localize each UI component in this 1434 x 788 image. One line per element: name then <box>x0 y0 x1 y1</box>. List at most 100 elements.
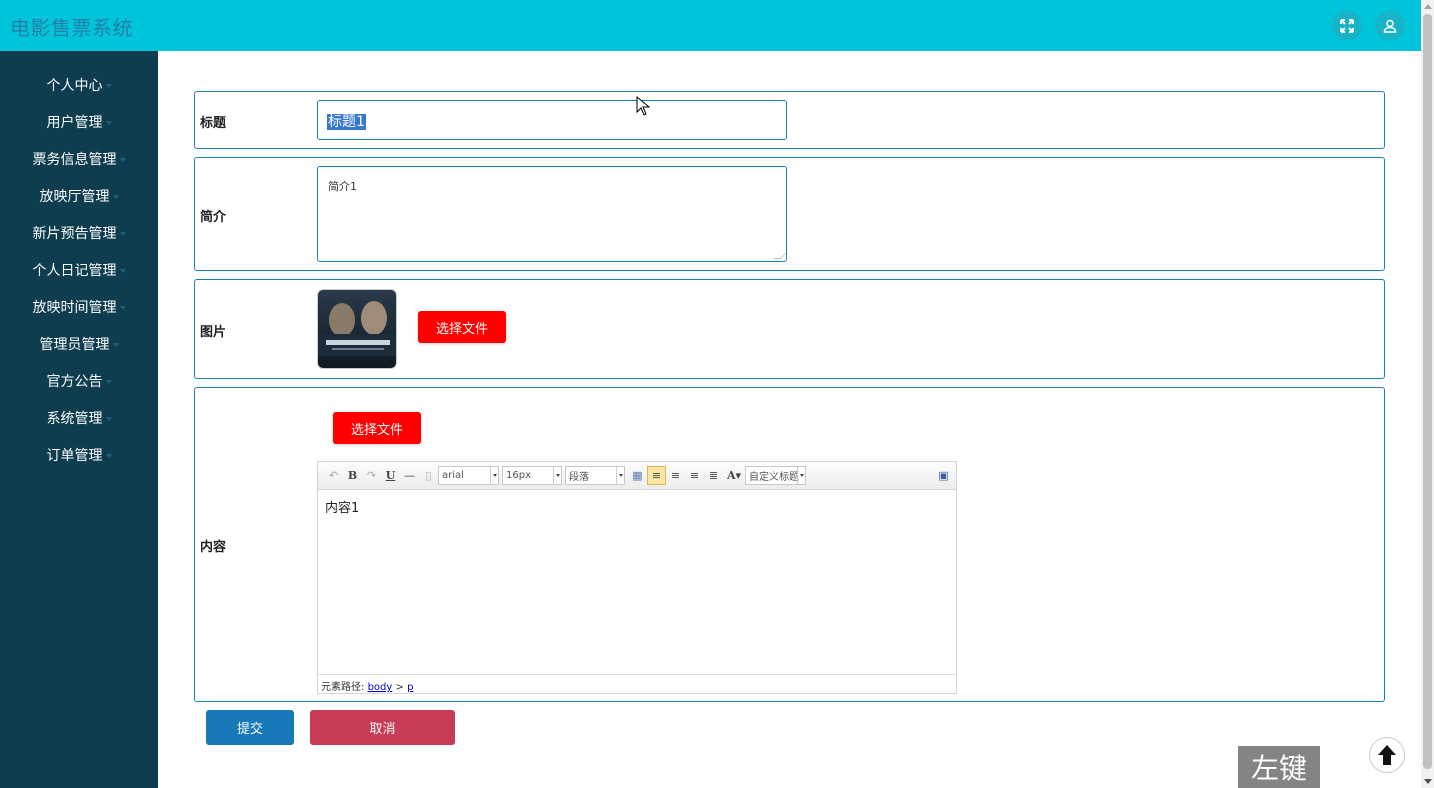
mouse-cursor-icon <box>636 96 650 116</box>
top-header: 电影售票系统 <box>0 0 1421 51</box>
sidebar-item-label: 放映时间管理 <box>32 299 117 316</box>
sidebar-item-system[interactable]: 系统管理 <box>0 399 158 436</box>
chevron-down-icon <box>112 342 119 347</box>
redo-icon[interactable]: ↷ <box>362 466 381 485</box>
cancel-button[interactable]: 取消 <box>310 710 455 745</box>
sidebar-item-label: 系统管理 <box>46 410 103 427</box>
form-row-image: 图片 选择文件 <box>194 279 1385 379</box>
paragraph-select[interactable]: 段落 <box>565 466 625 485</box>
dropdown-arrow-icon <box>616 467 624 484</box>
editor-toolbar: ↶ B ↷ U — ▯ arial 16px 段落 ▦ ≡ ≡ ≡ ≣ A▾ 自… <box>318 462 956 490</box>
intro-textarea[interactable]: 简介1 <box>317 166 788 262</box>
scroll-up-arrow-icon[interactable] <box>1424 4 1432 9</box>
editor-element-path: 元素路径: body > p <box>318 674 956 693</box>
sidebar-item-admins[interactable]: 管理员管理 <box>0 325 158 362</box>
element-path-label: 元素路径: <box>321 682 365 693</box>
sidebar-item-orders[interactable]: 订单管理 <box>0 436 158 473</box>
font-size-value: 16px <box>506 470 531 481</box>
paragraph-value: 段落 <box>569 472 589 483</box>
page-scrollbar[interactable] <box>1421 0 1434 788</box>
font-size-select[interactable]: 16px <box>502 466 562 485</box>
dropdown-arrow-icon <box>553 467 561 484</box>
sidebar-item-tickets[interactable]: 票务信息管理 <box>0 140 158 177</box>
form-row-title: 标题 标题1 <box>194 91 1385 149</box>
content-label: 内容 <box>200 540 227 555</box>
fullscreen-button[interactable] <box>1332 11 1362 41</box>
custom-title-select[interactable]: 自定义标题 <box>745 466 806 485</box>
title-label: 标题 <box>200 116 227 131</box>
sidebar-item-label: 用户管理 <box>46 114 103 131</box>
sidebar-item-label: 订单管理 <box>46 447 103 464</box>
chevron-down-icon <box>119 305 126 310</box>
sidebar-item-label: 个人日记管理 <box>32 262 117 279</box>
element-path-p-link[interactable]: p <box>407 682 413 693</box>
title-input[interactable]: 标题1 <box>317 100 787 140</box>
align-justify-icon[interactable]: ≣ <box>704 466 723 485</box>
chevron-down-icon <box>105 453 112 458</box>
resize-handle[interactable] <box>773 252 788 259</box>
form-row-intro: 简介 简介1 <box>194 157 1385 271</box>
app-title: 电影售票系统 <box>10 16 133 40</box>
title-input-value: 标题1 <box>327 114 366 130</box>
sidebar-item-users[interactable]: 用户管理 <box>0 103 158 140</box>
sidebar-menu: 个人中心 用户管理 票务信息管理 放映厅管理 新片预告管理 个人日记管理 放映时… <box>0 51 158 788</box>
content-upload-button[interactable]: 选择文件 <box>333 412 421 444</box>
chevron-down-icon <box>105 83 112 88</box>
scroll-down-arrow-icon[interactable] <box>1424 779 1432 784</box>
horizontal-rule-icon[interactable]: — <box>400 466 419 485</box>
sidebar-item-label: 管理员管理 <box>39 336 110 353</box>
chevron-down-icon <box>105 379 112 384</box>
expand-icon <box>1340 19 1354 33</box>
form-row-content: 内容 选择文件 ↶ B ↷ U — ▯ arial 16px 段落 ▦ ≡ ≡ … <box>194 387 1385 702</box>
watermark-left-click: 左键 <box>1238 746 1320 788</box>
custom-title-value: 自定义标题 <box>749 472 799 483</box>
sidebar-item-label: 新片预告管理 <box>32 225 117 242</box>
fullscreen-editor-icon[interactable]: ▣ <box>934 466 953 485</box>
intro-textarea-value: 简介1 <box>328 180 357 193</box>
editor-content-area[interactable]: 内容1 <box>318 490 956 674</box>
image-label: 图片 <box>200 325 227 340</box>
submit-button[interactable]: 提交 <box>206 710 294 745</box>
sidebar-item-halls[interactable]: 放映厅管理 <box>0 177 158 214</box>
font-family-select[interactable]: arial <box>438 466 499 485</box>
scrollbar-thumb[interactable] <box>1423 14 1432 769</box>
sidebar-item-personal-center[interactable]: 个人中心 <box>0 66 158 103</box>
image-upload-button[interactable]: 选择文件 <box>418 311 506 343</box>
sidebar-item-trailers[interactable]: 新片预告管理 <box>0 214 158 251</box>
chevron-down-icon <box>105 120 112 125</box>
movie-poster-image <box>318 290 396 368</box>
chevron-down-icon <box>119 231 126 236</box>
chevron-down-icon <box>119 268 126 273</box>
sidebar-item-label: 个人中心 <box>46 77 103 94</box>
chevron-down-icon <box>119 157 126 162</box>
underline-icon[interactable]: U <box>381 466 400 485</box>
sidebar-item-label: 放映厅管理 <box>39 188 110 205</box>
intro-label: 简介 <box>200 210 227 225</box>
bold-icon[interactable]: B <box>343 466 362 485</box>
undo-icon[interactable]: ↶ <box>324 466 343 485</box>
element-path-body-link[interactable]: body <box>368 682 393 693</box>
table-icon[interactable]: ▦ <box>628 466 647 485</box>
back-to-top-button[interactable] <box>1369 737 1405 773</box>
dropdown-arrow-icon <box>797 467 805 484</box>
sidebar-item-label: 票务信息管理 <box>32 151 117 168</box>
poster-thumbnail <box>317 289 397 369</box>
align-right-icon[interactable]: ≡ <box>666 466 685 485</box>
arrow-up-icon <box>1378 745 1396 765</box>
dropdown-arrow-icon <box>490 467 498 484</box>
sidebar-item-showtimes[interactable]: 放映时间管理 <box>0 288 158 325</box>
sidebar-item-label: 官方公告 <box>46 373 103 390</box>
align-center-icon[interactable]: ≡ <box>685 466 704 485</box>
user-icon <box>1383 19 1397 33</box>
chevron-down-icon <box>112 194 119 199</box>
sidebar-item-diary[interactable]: 个人日记管理 <box>0 251 158 288</box>
sidebar-item-announcements[interactable]: 官方公告 <box>0 362 158 399</box>
chevron-down-icon <box>105 416 112 421</box>
align-left-icon[interactable]: ≡ <box>647 466 666 485</box>
rich-text-editor: ↶ B ↷ U — ▯ arial 16px 段落 ▦ ≡ ≡ ≡ ≣ A▾ 自… <box>317 461 957 694</box>
font-color-icon[interactable]: A▾ <box>723 466 745 485</box>
element-path-separator: > <box>395 682 404 693</box>
user-button[interactable] <box>1375 11 1405 41</box>
paste-plain-icon[interactable]: ▯ <box>419 466 438 485</box>
editor-paragraph: 内容1 <box>325 501 360 516</box>
